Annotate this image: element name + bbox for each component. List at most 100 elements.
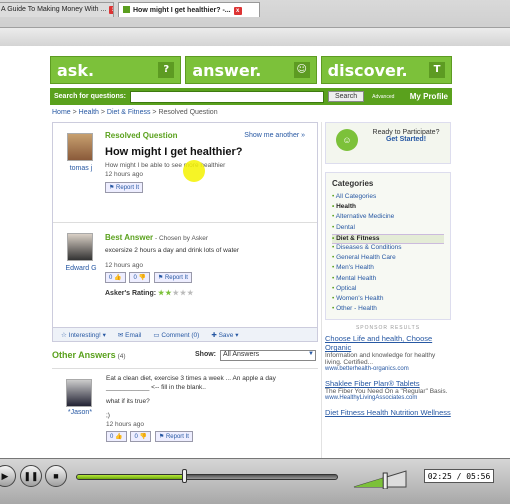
email-button[interactable]: ✉ Email [118,331,142,339]
best-answer-time: 12 hours ago [105,262,143,269]
save-button[interactable]: ✚ Save ▾ [211,331,238,339]
seek-bar[interactable] [76,469,338,483]
thumbs-up-button[interactable]: 0 👍 [105,272,126,283]
category-item[interactable]: Women's Health [332,295,444,305]
site-header: ask.? answer. ☺ discover. T [50,56,452,84]
show-label: Show: [195,351,216,358]
report-button[interactable]: ⚑ Report It [153,272,192,283]
best-answer-text: excersize 2 hours a day and drink lots o… [105,247,240,254]
interesting-button[interactable]: ☆ Interesting! ▾ [61,331,106,339]
discover-section[interactable]: discover. T [320,56,452,84]
browser-tabbar: A Guide To Making Money With ...x How mi… [0,0,510,46]
flag-icon: ⚑ [158,434,166,440]
asker-rating: Asker's Rating: ★★★★★ [105,290,195,297]
lightbulb-icon: T [428,62,445,78]
main-content: tomas j Resolved Question Show me anothe… [52,122,318,458]
answer-section[interactable]: answer. ☺ [185,56,317,84]
show-another-link[interactable]: Show me another » [244,132,305,139]
category-item[interactable]: Other - Health [332,305,444,315]
video-player-controls: ▶ ❚❚ ■ 02:25 / 05:56 [0,458,510,504]
sponsor-ad: Diet Fitness Health Nutrition Wellness [325,408,451,417]
flag-icon: ⚑ [109,185,117,191]
thumbs-down-button[interactable]: 0 👎 [130,431,151,442]
time-readout: 02:25 / 05:56 [424,469,494,483]
flag-icon: ⚑ [157,275,165,281]
ad-title[interactable]: Shaklee Fiber Plan® Tablets [325,379,451,388]
avatar[interactable] [66,379,92,407]
tab-guide[interactable]: A Guide To Making Money With ...x [0,2,114,17]
best-answer-heading: Best Answer [105,233,154,242]
rating-stars: ★★★★★ [158,290,195,297]
report-button[interactable]: ⚑ Report It [105,182,144,193]
breadcrumb-home[interactable]: Home [52,109,71,116]
ad-url[interactable]: www.HealthyLivingAssociates.com [325,395,451,401]
thumbs-up-icon: 👍 [115,434,123,440]
question-details: How might I be able to see more healthie… [105,162,226,169]
categories-box: Categories All Categories Health Alterna… [325,172,451,321]
star-icon: ☆ [61,331,69,339]
other-answers-title: Other Answers [52,350,116,360]
get-started-link[interactable]: Get Started! [366,136,446,143]
category-item[interactable]: All Categories [332,193,444,203]
close-tab-icon[interactable]: x [109,6,113,14]
tab-active-question[interactable]: How might I get healthier? -... x [118,2,260,17]
question-icon: ? [158,62,175,78]
category-item[interactable]: Men's Health [332,264,444,274]
category-item-selected[interactable]: Diet & Fitness [332,233,444,244]
breadcrumb-current: Resolved Question [158,109,218,116]
thumbs-up-icon: 👍 [114,275,122,281]
chosen-by-label: - Chosen by Asker [153,235,209,242]
volume-slider[interactable] [352,467,408,489]
cursor-highlight [183,160,205,182]
smiley-icon: ☺ [336,129,358,151]
show-select[interactable]: All Answers [220,350,316,361]
smiley-icon: ☺ [293,62,310,78]
column-divider [321,122,322,458]
thumbs-down-icon: 👎 [138,275,146,281]
answerer-name[interactable]: Edward G [59,265,103,272]
play-button[interactable]: ▶ [0,465,16,487]
question-title: How might I get healthier? [105,146,243,158]
answer-text: Eat a clean diet, exercise 3 times a wee… [106,375,276,382]
search-bar: Search for questions: Search Advanced My… [50,88,452,105]
close-tab-icon[interactable]: x [233,7,242,15]
category-item[interactable]: Alternative Medicine [332,213,444,223]
avatar[interactable] [67,133,93,161]
tab-strip [0,27,510,46]
thumbs-up-button[interactable]: 0 👍 [106,431,127,442]
answer-text: ____________ <-- fill in the blank.. [106,384,206,391]
ask-section[interactable]: ask.? [50,56,182,84]
category-item[interactable]: Health [332,203,444,213]
question-section: tomas j Resolved Question Show me anothe… [53,123,317,223]
pause-button[interactable]: ❚❚ [20,465,42,487]
ad-url[interactable]: www.betterhealth-organics.com [325,366,451,372]
ad-title[interactable]: Choose Life and health, Choose Organic [325,334,451,352]
search-button[interactable]: Search [327,91,365,102]
seek-handle[interactable] [181,469,187,483]
category-item[interactable]: Mental Health [332,275,444,285]
question-card: tomas j Resolved Question Show me anothe… [52,122,318,342]
category-item[interactable]: Optical [332,285,444,295]
comment-button[interactable]: ▭ Comment (0) [153,331,199,339]
ad-title[interactable]: Diet Fitness Health Nutrition Wellness [325,408,451,417]
avatar[interactable] [67,233,93,261]
breadcrumb-diet[interactable]: Diet & Fitness [107,109,151,116]
search-input[interactable] [129,90,324,103]
categories-title: Categories [332,179,374,188]
report-button[interactable]: ⚑ Report It [154,431,193,442]
advanced-search-link[interactable]: Advanced [372,94,394,100]
asker-name[interactable]: tomas j [59,165,103,172]
category-item[interactable]: Diseases & Conditions [332,244,444,254]
page: ask.? answer. ☺ discover. T Search for que… [0,46,510,458]
breadcrumb-health[interactable]: Health [79,109,99,116]
category-item[interactable]: General Health Care [332,254,444,264]
breadcrumb: Home > Health > Diet & Fitness > Resolve… [52,109,218,116]
participate-text: Ready to Participate? [372,129,440,136]
question-time: 12 hours ago [105,171,143,178]
answerer-name[interactable]: *Jason* [58,409,102,416]
thumbs-down-button[interactable]: 0 👎 [129,272,150,283]
stop-button[interactable]: ■ [45,465,67,487]
favicon-icon [123,6,130,13]
category-item[interactable]: Dental [332,224,444,234]
my-profile-link[interactable]: My Profile [410,92,448,101]
